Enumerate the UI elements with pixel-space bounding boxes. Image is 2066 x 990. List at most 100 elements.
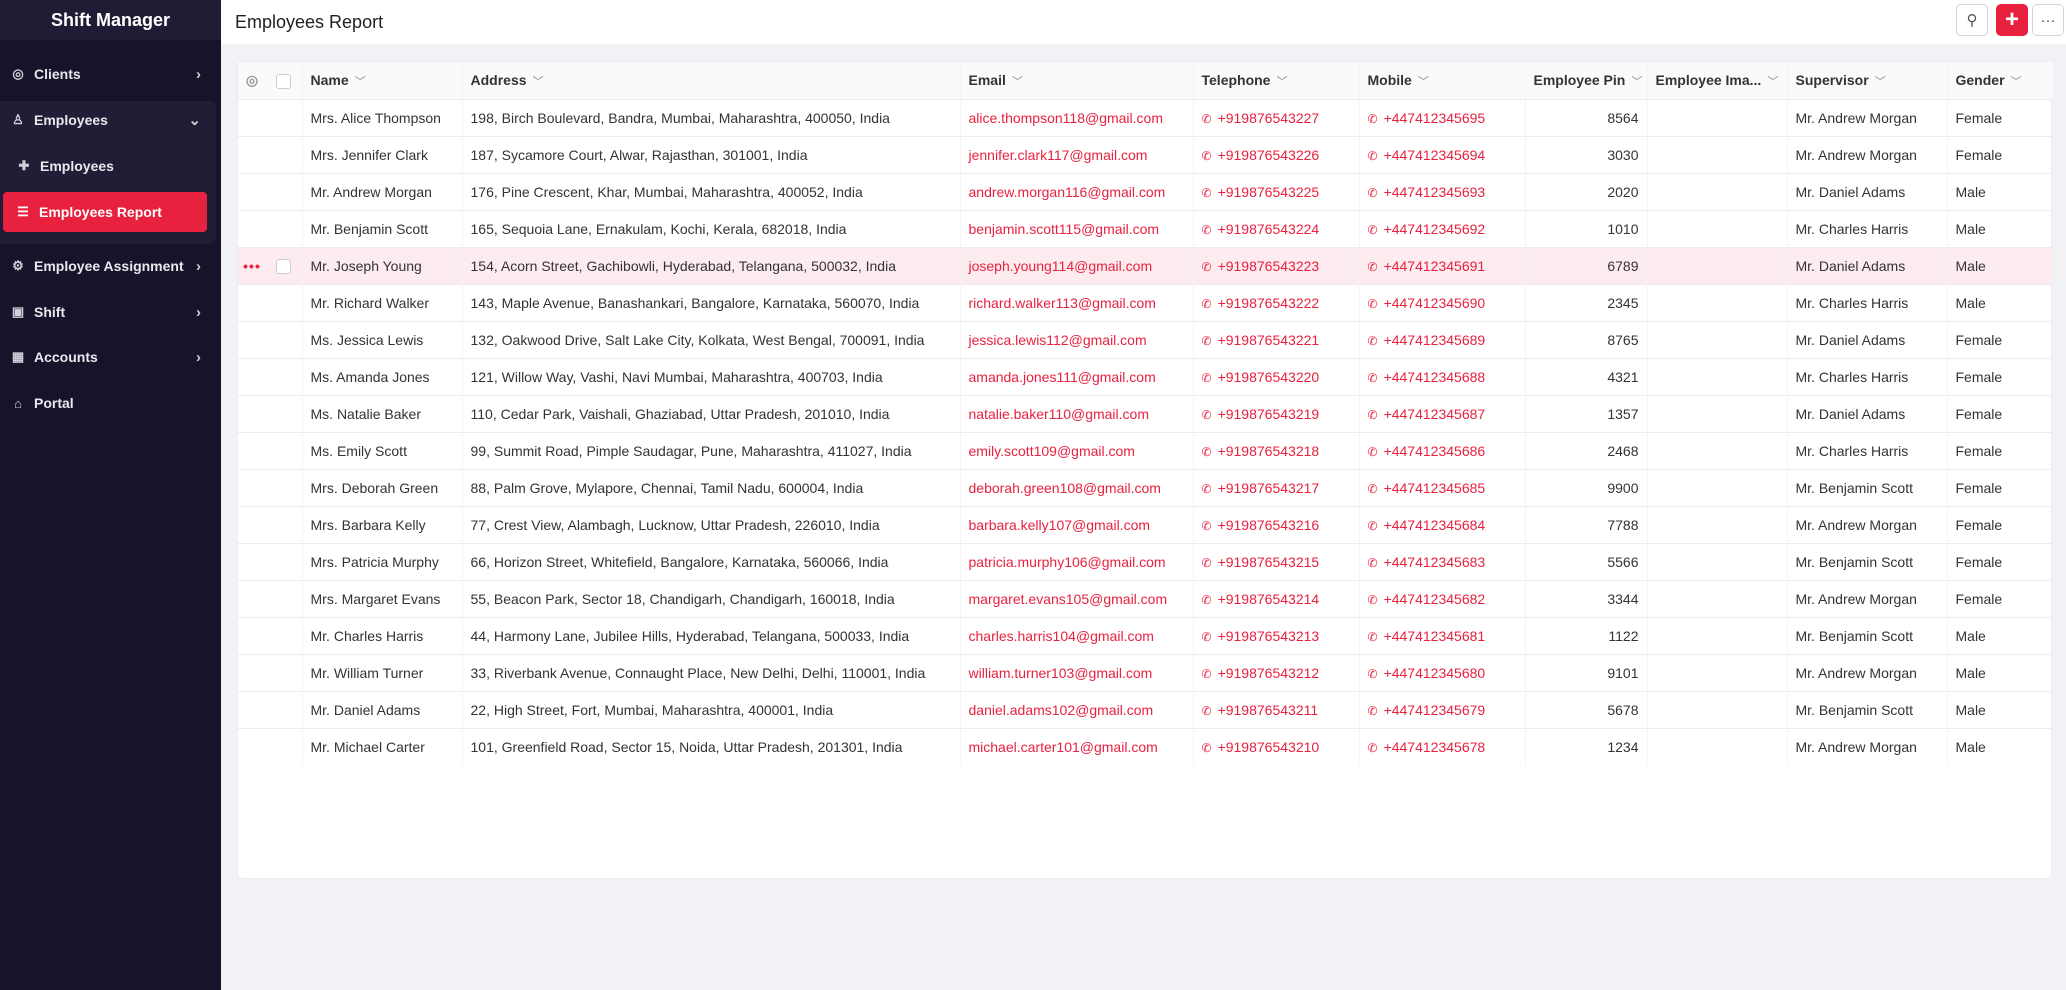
row-checkbox[interactable] — [266, 468, 302, 506]
row-checkbox[interactable] — [266, 690, 302, 728]
row-actions[interactable] — [238, 431, 266, 469]
cell-email[interactable]: jessica.lewis112@gmail.com — [959, 320, 1193, 358]
row-checkbox[interactable] — [266, 98, 302, 136]
table-row[interactable]: Mr. Michael Carter 101, Greenfield Road, … — [238, 727, 2053, 765]
cell-email[interactable]: patricia.murphy106@gmail.com — [959, 542, 1193, 580]
cell-telephone[interactable]: ✆ +919876543220 — [1192, 357, 1359, 395]
add-button[interactable]: + — [1996, 4, 2028, 36]
row-checkbox[interactable] — [266, 616, 302, 654]
column-header-supervisor[interactable]: Supervisor ﹀ — [1786, 62, 1947, 99]
cell-telephone[interactable]: ✆ +919876543219 — [1192, 394, 1359, 432]
cell-email[interactable]: andrew.morgan116@gmail.com — [959, 172, 1193, 210]
table-row[interactable]: Mrs. Deborah Green 88, Palm Grove, Mylapo… — [238, 468, 2053, 506]
cell-email[interactable]: benjamin.scott115@gmail.com — [959, 209, 1193, 247]
cell-email[interactable]: barbara.kelly107@gmail.com — [959, 505, 1193, 543]
row-checkbox[interactable] — [266, 246, 302, 284]
cell-telephone[interactable]: ✆ +919876543222 — [1192, 283, 1359, 321]
cell-telephone[interactable]: ✆ +919876543218 — [1192, 431, 1359, 469]
cell-email[interactable]: alice.thompson118@gmail.com — [959, 98, 1193, 136]
cell-mobile[interactable]: ✆ +447412345687 — [1358, 394, 1525, 432]
cell-email[interactable]: margaret.evans105@gmail.com — [959, 579, 1193, 617]
sidebar-item-portal[interactable]: ⌂ Portal — [0, 383, 221, 423]
row-checkbox[interactable] — [266, 320, 302, 358]
row-actions[interactable] — [238, 653, 266, 691]
column-header-address[interactable]: Address ﹀ — [461, 62, 960, 99]
table-row[interactable]: Ms. Jessica Lewis 132, Oakwood Drive, Sal… — [238, 320, 2053, 358]
column-header-employee-image[interactable]: Employee Ima... ﹀ — [1646, 62, 1787, 99]
cell-telephone[interactable]: ✆ +919876543227 — [1192, 98, 1359, 136]
cell-telephone[interactable]: ✆ +919876543211 — [1192, 690, 1359, 728]
sidebar-item-shift[interactable]: ▣ Shift › — [0, 292, 221, 332]
select-all-checkbox[interactable] — [266, 62, 302, 99]
row-actions[interactable] — [238, 579, 266, 617]
table-row[interactable]: ••• Mr. Joseph Young 154, Acorn Street, Ga… — [238, 246, 2053, 284]
row-actions[interactable] — [238, 320, 266, 358]
row-actions[interactable] — [238, 616, 266, 654]
cell-telephone[interactable]: ✆ +919876543224 — [1192, 209, 1359, 247]
table-row[interactable]: Mr. Charles Harris 44, Harmony Lane, Jubi… — [238, 616, 2053, 654]
row-checkbox[interactable] — [266, 172, 302, 210]
cell-email[interactable]: daniel.adams102@gmail.com — [959, 690, 1193, 728]
table-row[interactable]: Ms. Natalie Baker 110, Cedar Park, Vaisha… — [238, 394, 2053, 432]
cell-mobile[interactable]: ✆ +447412345688 — [1358, 357, 1525, 395]
cell-mobile[interactable]: ✆ +447412345679 — [1358, 690, 1525, 728]
sidebar-item-clients[interactable]: ◎ Clients › — [0, 54, 221, 94]
column-header-email[interactable]: Email ﹀ — [959, 62, 1193, 99]
sidebar-item-accounts[interactable]: ▦ Accounts › — [0, 337, 221, 377]
table-row[interactable]: Ms. Amanda Jones 121, Willow Way, Vashi, … — [238, 357, 2053, 395]
row-checkbox[interactable] — [266, 394, 302, 432]
cell-telephone[interactable]: ✆ +919876543210 — [1192, 727, 1359, 765]
column-header-employee-pin[interactable]: Employee Pin ﹀ — [1524, 62, 1647, 99]
cell-mobile[interactable]: ✆ +447412345680 — [1358, 653, 1525, 691]
table-row[interactable]: Ms. Emily Scott 99, Summit Road, Pimple S… — [238, 431, 2053, 469]
cell-email[interactable]: richard.walker113@gmail.com — [959, 283, 1193, 321]
cell-telephone[interactable]: ✆ +919876543226 — [1192, 135, 1359, 173]
column-header-gender[interactable]: Gender ﹀ — [1946, 62, 2053, 99]
row-actions[interactable] — [238, 727, 266, 765]
row-actions[interactable] — [238, 209, 266, 247]
cell-telephone[interactable]: ✆ +919876543214 — [1192, 579, 1359, 617]
sidebar-item-employee-assignment[interactable]: ⚙ Employee Assignment › — [0, 246, 221, 286]
cell-mobile[interactable]: ✆ +447412345683 — [1358, 542, 1525, 580]
cell-telephone[interactable]: ✆ +919876543216 — [1192, 505, 1359, 543]
cell-email[interactable]: deborah.green108@gmail.com — [959, 468, 1193, 506]
row-actions[interactable] — [238, 505, 266, 543]
row-actions[interactable] — [238, 357, 266, 395]
table-row[interactable]: Mr. Benjamin Scott 165, Sequoia Lane, Ern… — [238, 209, 2053, 247]
cell-mobile[interactable]: ✆ +447412345684 — [1358, 505, 1525, 543]
cell-email[interactable]: joseph.young114@gmail.com — [959, 246, 1193, 284]
column-header-mobile[interactable]: Mobile ﹀ — [1358, 62, 1525, 99]
table-row[interactable]: Mr. Andrew Morgan 176, Pine Crescent, Kha… — [238, 172, 2053, 210]
cell-telephone[interactable]: ✆ +919876543212 — [1192, 653, 1359, 691]
row-actions[interactable] — [238, 690, 266, 728]
row-checkbox[interactable] — [266, 542, 302, 580]
cell-telephone[interactable]: ✆ +919876543217 — [1192, 468, 1359, 506]
sidebar-item-employees[interactable]: ♙ Employees ⌄ — [0, 100, 221, 140]
cell-mobile[interactable]: ✆ +447412345690 — [1358, 283, 1525, 321]
cell-email[interactable]: william.turner103@gmail.com — [959, 653, 1193, 691]
table-row[interactable]: Mrs. Jennifer Clark 187, Sycamore Court, … — [238, 135, 2053, 173]
cell-mobile[interactable]: ✆ +447412345689 — [1358, 320, 1525, 358]
cell-mobile[interactable]: ✆ +447412345695 — [1358, 98, 1525, 136]
table-row[interactable]: Mrs. Margaret Evans 55, Beacon Park, Sect… — [238, 579, 2053, 617]
row-checkbox[interactable] — [266, 727, 302, 765]
row-checkbox[interactable] — [266, 505, 302, 543]
table-row[interactable]: Mrs. Patricia Murphy 66, Horizon Street, … — [238, 542, 2053, 580]
table-row[interactable]: Mr. Richard Walker 143, Maple Avenue, Ban… — [238, 283, 2053, 321]
cell-email[interactable]: jennifer.clark117@gmail.com — [959, 135, 1193, 173]
column-visibility-toggle[interactable]: ◎ — [238, 62, 266, 99]
cell-mobile[interactable]: ✆ +447412345678 — [1358, 727, 1525, 765]
column-header-telephone[interactable]: Telephone ﹀ — [1192, 62, 1359, 99]
cell-email[interactable]: michael.carter101@gmail.com — [959, 727, 1193, 765]
cell-mobile[interactable]: ✆ +447412345686 — [1358, 431, 1525, 469]
row-checkbox[interactable] — [266, 579, 302, 617]
cell-mobile[interactable]: ✆ +447412345693 — [1358, 172, 1525, 210]
row-actions[interactable] — [238, 135, 266, 173]
cell-telephone[interactable]: ✆ +919876543221 — [1192, 320, 1359, 358]
row-checkbox[interactable] — [266, 357, 302, 395]
table-row[interactable]: Mr. William Turner 33, Riverbank Avenue, … — [238, 653, 2053, 691]
row-actions[interactable] — [238, 98, 266, 136]
cell-email[interactable]: natalie.baker110@gmail.com — [959, 394, 1193, 432]
table-row[interactable]: Mr. Daniel Adams 22, High Street, Fort, M… — [238, 690, 2053, 728]
cell-mobile[interactable]: ✆ +447412345682 — [1358, 579, 1525, 617]
